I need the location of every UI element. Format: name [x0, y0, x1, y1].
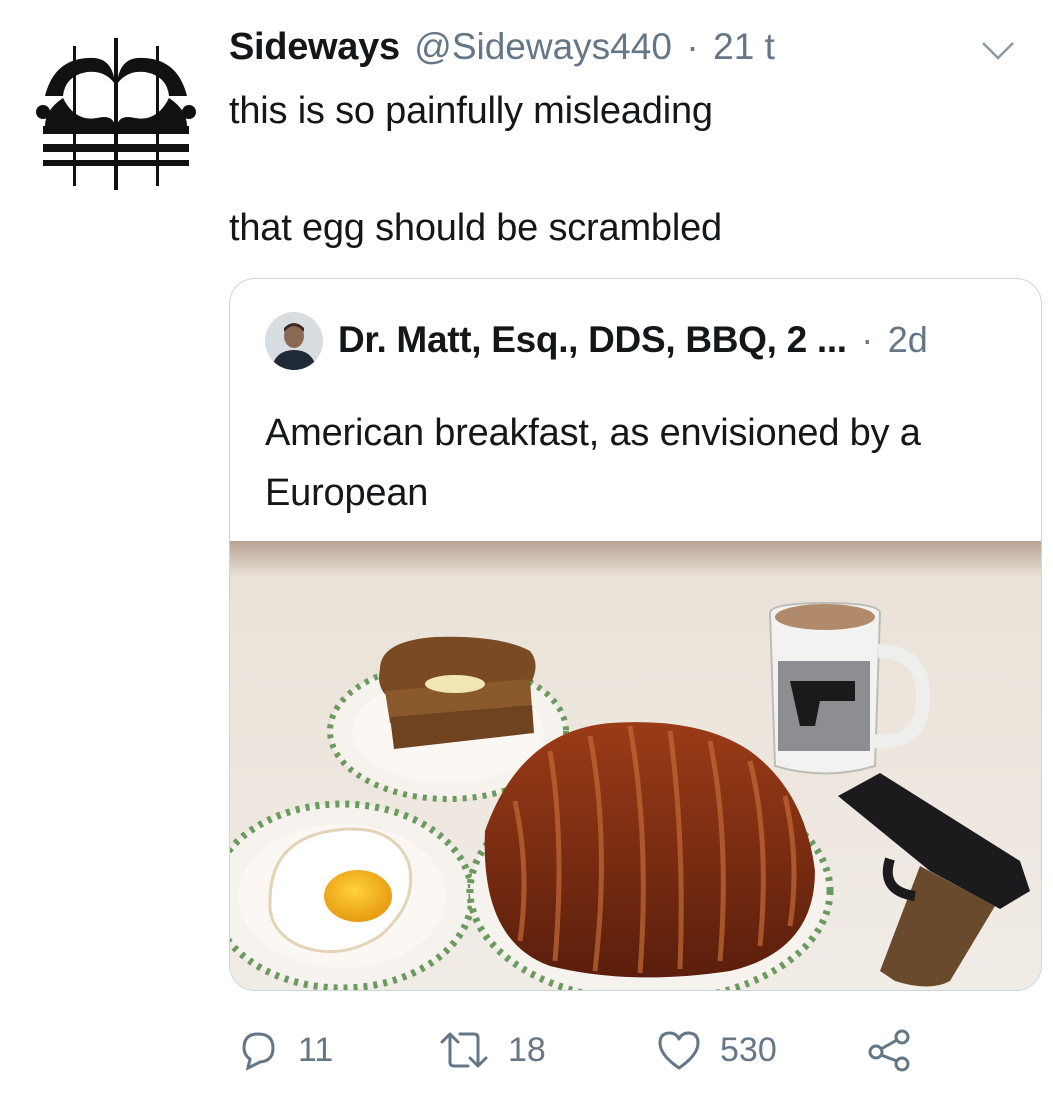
- author-handle[interactable]: @Sideways440: [414, 26, 672, 67]
- quoted-tweet[interactable]: Dr. Matt, Esq., DDS, BBQ, 2 ... · 2d Ame…: [229, 278, 1042, 991]
- breakfast-photo[interactable]: [230, 541, 1042, 991]
- like-count: 530: [720, 1030, 777, 1069]
- share-button[interactable]: [866, 1028, 914, 1072]
- quoted-author-avatar: [265, 312, 323, 370]
- retweet-icon: [440, 1032, 488, 1068]
- tweet-timestamp[interactable]: 21 t: [713, 26, 775, 67]
- separator-dot: ·: [686, 26, 699, 67]
- like-button[interactable]: 530: [656, 1028, 777, 1072]
- quoted-header: Dr. Matt, Esq., DDS, BBQ, 2 ... · 2d: [338, 319, 938, 361]
- reply-count: 11: [298, 1030, 334, 1069]
- tweet-header: Sideways @Sideways440 · 21 t: [229, 26, 1023, 82]
- author-avatar[interactable]: [35, 38, 197, 190]
- retweet-count: 18: [508, 1030, 546, 1069]
- chevron-down-icon[interactable]: [981, 40, 1015, 62]
- quoted-author-name[interactable]: Dr. Matt, Esq., DDS, BBQ, 2 ...: [338, 319, 847, 360]
- author-name[interactable]: Sideways: [229, 26, 400, 68]
- quoted-text: American breakfast, as envisioned by a E…: [265, 412, 921, 514]
- tweet-text-line2: that egg should be scrambled: [229, 207, 722, 249]
- share-icon: [868, 1029, 910, 1072]
- retweet-button[interactable]: 18: [438, 1028, 546, 1072]
- tweet-actions: 11 18 530: [0, 1028, 1053, 1084]
- quoted-timestamp[interactable]: 2d: [888, 319, 928, 360]
- separator-dot: ·: [861, 319, 874, 360]
- tweet-text-line1: this is so painfully misleading: [229, 90, 713, 132]
- heart-icon: [658, 1031, 700, 1070]
- reply-icon: [242, 1032, 275, 1071]
- reply-button[interactable]: 11: [236, 1028, 333, 1072]
